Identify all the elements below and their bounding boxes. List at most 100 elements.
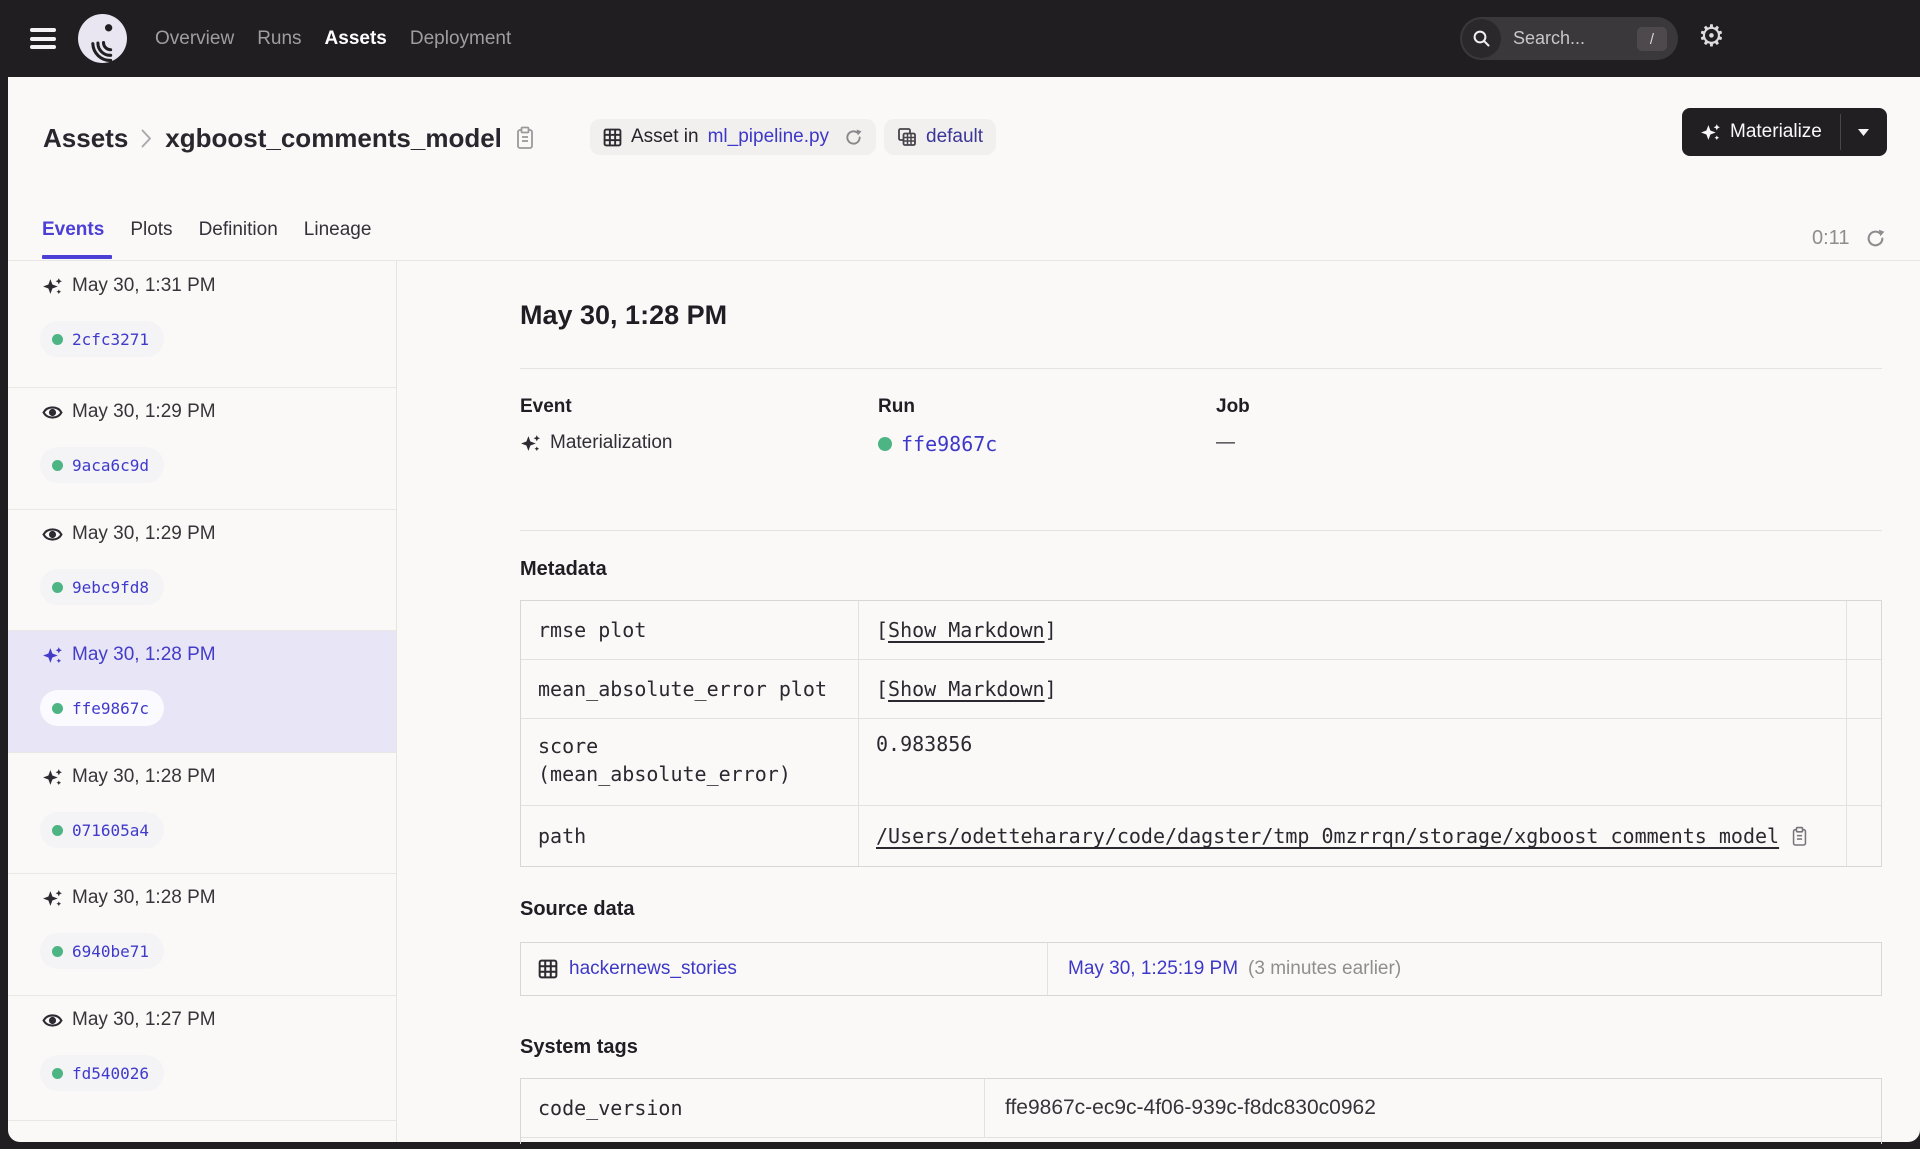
expand-column — [1847, 601, 1881, 659]
run-id-badge[interactable]: 071605a4 — [40, 812, 165, 848]
sparkle-icon — [1701, 123, 1720, 140]
event-timestamp: May 30, 1:27 PM — [72, 1009, 216, 1030]
metadata-value: /Users/odetteharary/code/dagster/tmp_0mz… — [859, 806, 1847, 866]
table-row-partial — [521, 1137, 1881, 1144]
breadcrumb-assets-link[interactable]: Assets — [43, 123, 128, 154]
search-shortcut-key: / — [1637, 27, 1667, 51]
event-list-item[interactable]: May 30, 1:28 PM 6940be71 — [8, 873, 396, 995]
tab-definition[interactable]: Definition — [199, 219, 278, 241]
source-time-note: (3 minutes earlier) — [1248, 958, 1402, 979]
refresh-countdown: 0:11 — [1812, 227, 1850, 249]
reload-icon[interactable] — [844, 128, 863, 147]
run-id-link[interactable]: 9aca6c9d — [72, 456, 149, 475]
divider — [520, 530, 1882, 531]
observation-eye-icon — [42, 406, 63, 419]
run-status-dot — [52, 702, 63, 714]
event-list-item[interactable]: May 30, 1:29 PM 9aca6c9d — [8, 387, 396, 509]
chevron-right-icon — [141, 129, 152, 147]
search-input[interactable] — [1511, 27, 1625, 50]
materialization-icon — [43, 278, 62, 295]
tab-plots[interactable]: Plots — [130, 219, 172, 241]
search-box[interactable]: / — [1460, 17, 1678, 60]
table-grid-icon — [538, 959, 558, 979]
sidebar-divider — [396, 261, 397, 1142]
run-id-badge[interactable]: 2cfc3271 — [40, 321, 165, 357]
event-column-header: Event — [520, 396, 572, 417]
event-timestamp: May 30, 1:28 PM — [72, 887, 216, 908]
hamburger-menu-icon[interactable] — [30, 28, 58, 50]
table-row: code_version ffe9867c-ec9c-4f06-939c-f8d… — [521, 1079, 1881, 1137]
run-id-link[interactable]: fd540026 — [72, 1064, 149, 1083]
table-row: hackernews_stories May 30, 1:25:19 PM (3… — [521, 943, 1881, 995]
run-id-badge[interactable]: fd540026 — [40, 1055, 165, 1091]
observation-eye-icon — [42, 1014, 63, 1027]
nav-item-runs[interactable]: Runs — [257, 28, 301, 50]
materialization-icon — [521, 434, 540, 451]
search-icon — [1462, 19, 1501, 58]
pipeline-file-link[interactable]: ml_pipeline.py — [708, 126, 829, 148]
active-tab-underline — [42, 255, 112, 259]
bracket: [ — [876, 677, 889, 701]
run-id-link[interactable]: 071605a4 — [72, 821, 149, 840]
run-id-link[interactable]: 2cfc3271 — [72, 330, 149, 349]
materialize-dropdown-button[interactable] — [1841, 108, 1887, 156]
path-link[interactable]: /Users/odetteharary/code/dagster/tmp_0mz… — [876, 824, 1779, 848]
job-value: — — [1216, 432, 1235, 454]
gear-icon[interactable]: ⚙ — [1698, 22, 1725, 52]
dagster-logo-icon[interactable] — [77, 13, 128, 64]
materialization-icon — [43, 647, 62, 664]
source-time-cell: May 30, 1:25:19 PM (3 minutes earlier) — [1048, 943, 1881, 995]
run-id-link[interactable]: ffe9867c — [72, 699, 149, 718]
expand-column — [1847, 719, 1881, 805]
table-row: path /Users/odetteharary/code/dagster/tm… — [521, 805, 1881, 866]
copy-path-icon[interactable] — [1791, 826, 1808, 847]
metadata-key: mean_absolute_error plot — [521, 660, 859, 718]
show-markdown-link[interactable]: Show Markdown — [888, 677, 1045, 701]
table-row: score (mean_absolute_error) 0.983856 — [521, 718, 1881, 805]
event-list-item[interactable]: May 30, 1:27 PM fd540026 — [8, 995, 396, 1120]
event-list-item-partial — [8, 1120, 396, 1142]
main-nav: Overview Runs Assets Deployment — [155, 0, 511, 77]
run-id-link[interactable]: ffe9867c — [901, 432, 997, 456]
run-id-badge[interactable]: 9aca6c9d — [40, 447, 165, 483]
run-id-link[interactable]: 6940be71 — [72, 942, 149, 961]
bracket: ] — [1044, 677, 1057, 701]
expand-column — [1847, 660, 1881, 718]
nav-item-assets[interactable]: Assets — [325, 28, 387, 50]
tab-events[interactable]: Events — [42, 219, 104, 241]
refresh-icon[interactable] — [1865, 228, 1886, 249]
observation-eye-icon — [42, 528, 63, 541]
job-column-header: Job — [1216, 396, 1250, 417]
run-status-dot — [52, 581, 63, 593]
show-markdown-link[interactable]: Show Markdown — [888, 618, 1045, 642]
materialize-label: Materialize — [1730, 121, 1822, 142]
materialize-button[interactable]: Materialize — [1682, 108, 1840, 156]
table-row: rmse plot [Show Markdown] — [521, 601, 1881, 659]
run-status-dot — [52, 1067, 63, 1079]
metadata-heading: Metadata — [520, 558, 607, 580]
system-tag-value: ffe9867c-ec9c-4f06-939c-f8dc830c0962 — [1005, 1096, 1376, 1119]
source-time-link[interactable]: May 30, 1:25:19 PM — [1068, 958, 1238, 980]
breadcrumb-asset-name: xgboost_comments_model — [165, 122, 502, 153]
nav-item-overview[interactable]: Overview — [155, 28, 234, 50]
event-list-item-selected[interactable]: May 30, 1:28 PM ffe9867c — [8, 630, 396, 752]
run-id-badge[interactable]: ffe9867c — [40, 690, 165, 726]
run-id-badge[interactable]: 6940be71 — [40, 933, 165, 969]
top-nav-bar: Overview Runs Assets Deployment / ⚙ — [0, 0, 1920, 77]
metadata-table: rmse plot [Show Markdown] mean_absolute_… — [520, 600, 1882, 867]
tab-lineage[interactable]: Lineage — [304, 219, 372, 241]
event-list-item[interactable]: May 30, 1:29 PM 9ebc9fd8 — [8, 509, 396, 630]
bracket: ] — [1044, 618, 1057, 642]
asset-location-badge[interactable]: Asset in ml_pipeline.py — [590, 119, 877, 155]
run-id-link[interactable]: 9ebc9fd8 — [72, 578, 149, 597]
copy-asset-name-icon[interactable] — [515, 126, 535, 150]
event-timestamp: May 30, 1:28 PM — [72, 644, 216, 665]
event-list-item[interactable]: May 30, 1:28 PM 071605a4 — [8, 752, 396, 873]
run-status-dot — [52, 824, 63, 836]
nav-item-deployment[interactable]: Deployment — [410, 28, 511, 50]
refresh-timer-group: 0:11 — [1812, 227, 1886, 250]
event-list-item[interactable]: May 30, 1:31 PM 2cfc3271 — [8, 261, 396, 387]
run-id-badge[interactable]: 9ebc9fd8 — [40, 569, 165, 605]
source-asset-link[interactable]: hackernews_stories — [569, 958, 737, 980]
asset-group-badge[interactable]: default — [884, 119, 997, 155]
